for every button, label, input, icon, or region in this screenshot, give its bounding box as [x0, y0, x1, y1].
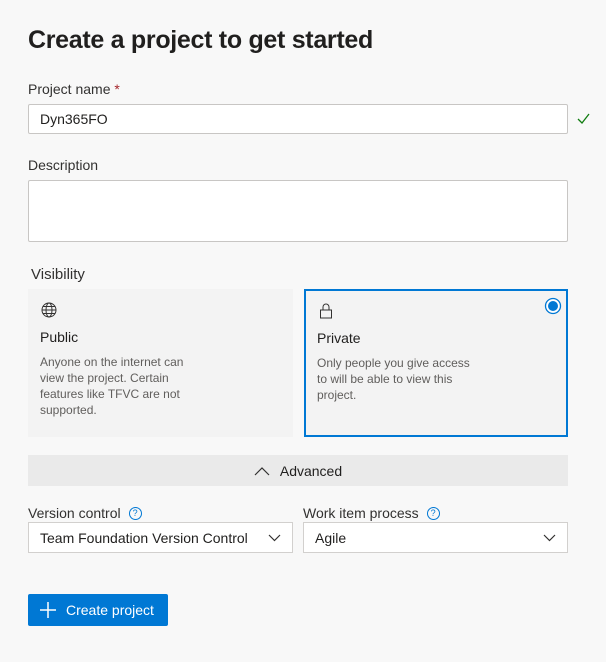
private-description: Only people you give access to will be a…: [317, 356, 470, 402]
project-name-label: Project name *: [28, 81, 120, 97]
public-title: Public: [40, 329, 79, 345]
radio-selected-icon[interactable]: [544, 297, 562, 315]
plus-icon: [40, 602, 56, 618]
visibility-option-public[interactable]: Public Anyone on the internet can view t…: [28, 289, 293, 437]
chevron-up-icon: [254, 466, 270, 475]
advanced-label: Advanced: [279, 462, 343, 479]
version-control-select[interactable]: Team Foundation Version Control: [28, 522, 293, 553]
create-project-button[interactable]: Create project: [28, 594, 168, 626]
project-name-input[interactable]: Dyn365FO: [28, 104, 568, 134]
chevron-down-icon: [268, 534, 281, 541]
lock-icon: [320, 303, 332, 319]
work-item-process-value: Agile: [315, 529, 347, 546]
create-project-label: Create project: [66, 602, 154, 618]
page-title: Create a project to get started: [28, 26, 373, 54]
version-control-label: Version control?: [28, 505, 142, 521]
description-label: Description: [28, 157, 99, 173]
version-control-value: Team Foundation Version Control: [40, 529, 248, 546]
visibility-label: Visibility: [31, 266, 85, 283]
globe-icon: [41, 302, 57, 318]
visibility-option-private[interactable]: Private Only people you give access to w…: [304, 289, 568, 437]
public-description: Anyone on the internet can view the proj…: [40, 355, 184, 417]
advanced-toggle[interactable]: Advanced: [28, 455, 568, 486]
work-item-process-label: Work item process?: [303, 505, 440, 521]
help-icon[interactable]: ?: [128, 507, 142, 520]
private-title: Private: [317, 330, 361, 346]
checkmark-icon: [577, 113, 590, 124]
help-icon[interactable]: ?: [426, 507, 440, 520]
work-item-process-select[interactable]: Agile: [303, 522, 568, 553]
chevron-down-icon: [543, 534, 556, 541]
description-input[interactable]: [28, 180, 568, 242]
